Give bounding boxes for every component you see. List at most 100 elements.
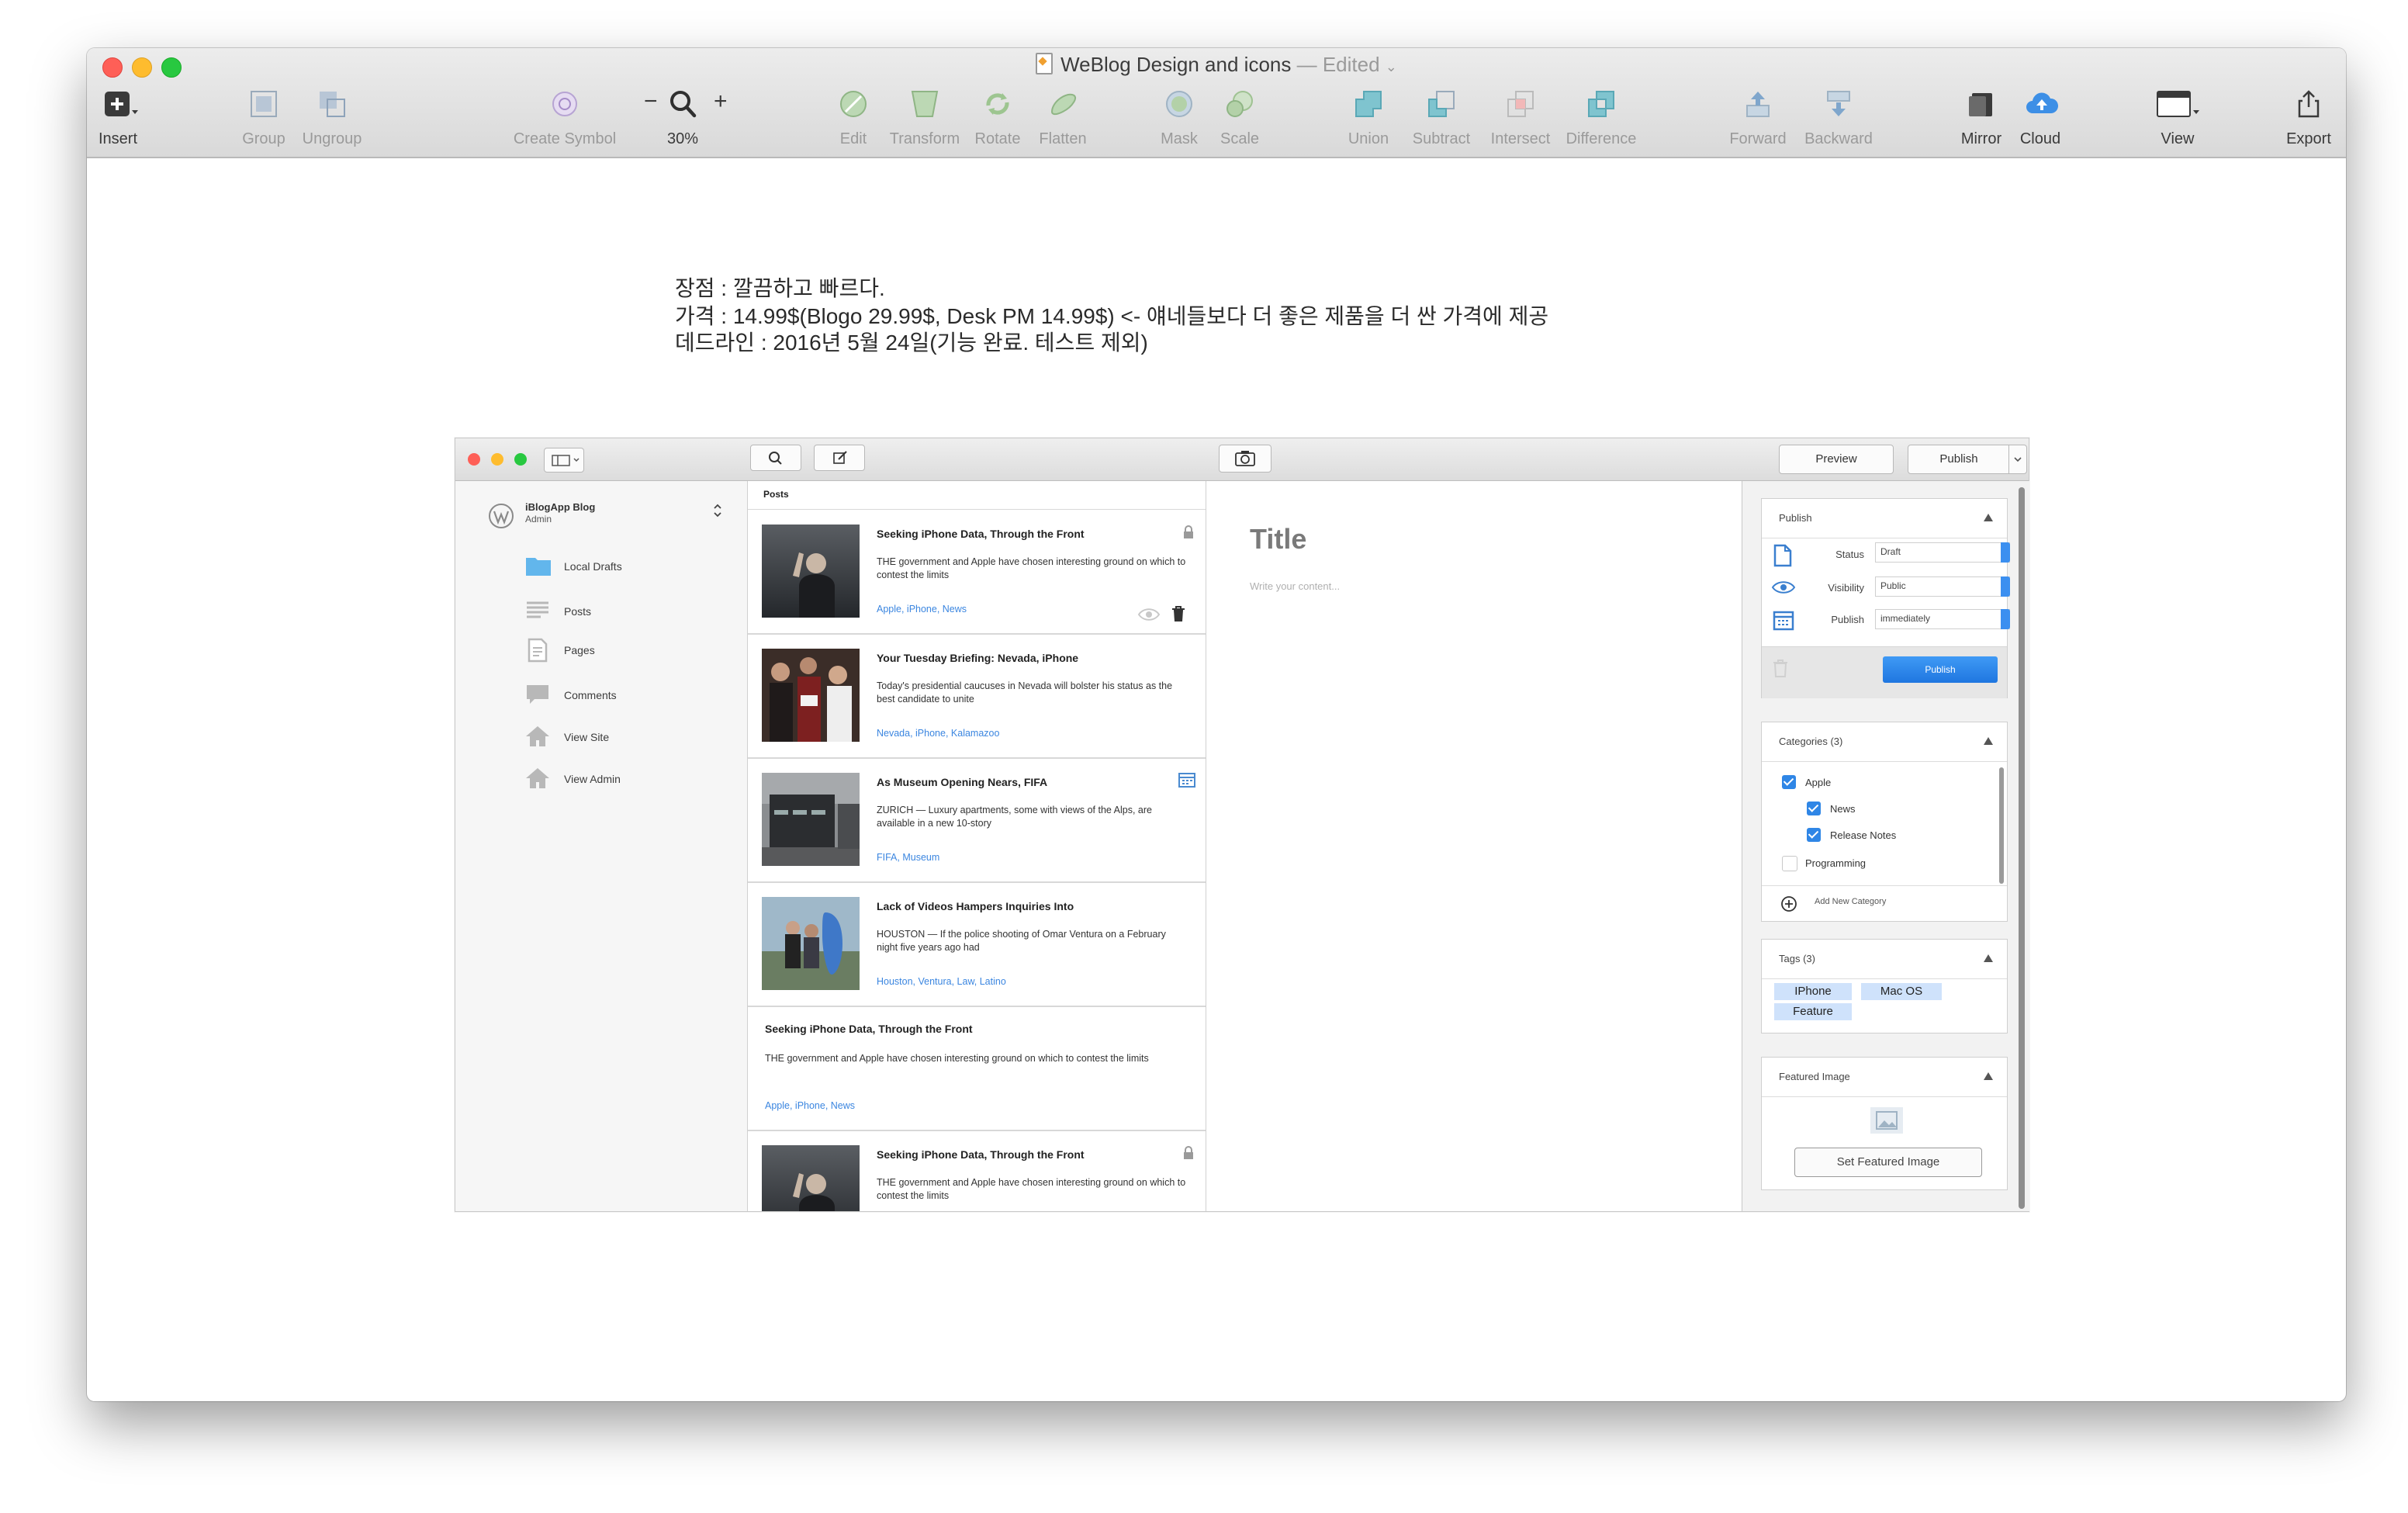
post-item[interactable]: As Museum Opening Nears, FIFA ZURICH — L… xyxy=(748,759,1206,883)
post-item[interactable]: Seeking iPhone Data, Through the Front T… xyxy=(748,1007,1206,1131)
flatten-icon xyxy=(1047,88,1078,119)
union-icon xyxy=(1353,88,1384,119)
search-button[interactable] xyxy=(750,445,801,471)
collapse-triangle-icon[interactable] xyxy=(1984,1072,1993,1080)
featured-image-panel-header[interactable]: Featured Image xyxy=(1762,1058,2007,1097)
mockup-app-window: Preview Publish iBlogApp Blog Admin Loca… xyxy=(455,438,2029,1212)
insert-label: Insert xyxy=(98,130,138,147)
flatten-label: Flatten xyxy=(1039,130,1087,147)
preview-button[interactable]: Preview xyxy=(1779,445,1894,474)
post-title: As Museum Opening Nears, FIFA xyxy=(877,776,1048,788)
publish-options-button[interactable] xyxy=(2008,445,2027,474)
post-tags[interactable]: Apple, iPhone, News xyxy=(765,1100,855,1111)
eye-icon[interactable] xyxy=(1137,607,1161,622)
trash-icon[interactable] xyxy=(1171,605,1185,622)
category-label: Programming xyxy=(1805,857,1867,869)
post-thumbnail xyxy=(762,1145,860,1211)
flatten-button[interactable]: Flatten xyxy=(1032,88,1094,152)
post-tags[interactable]: FIFA, Museum xyxy=(877,852,939,863)
category-checkbox-apple[interactable] xyxy=(1782,775,1796,789)
tag-chip[interactable]: Feature xyxy=(1774,1003,1852,1020)
blog-switcher-icon[interactable] xyxy=(711,501,724,520)
post-item[interactable]: Your Tuesday Briefing: Nevada, iPhone To… xyxy=(748,635,1206,759)
insert-button[interactable]: Insert xyxy=(95,88,141,152)
view-button[interactable]: View xyxy=(2150,88,2205,152)
settings-scrollbar[interactable] xyxy=(2019,487,2025,1209)
sidebar-toggle-button[interactable] xyxy=(544,448,584,473)
sidebar-label-local-drafts: Local Drafts xyxy=(564,560,622,573)
scale-label: Scale xyxy=(1220,130,1260,147)
comment-icon xyxy=(525,683,550,706)
create-symbol-label: Create Symbol xyxy=(513,130,617,147)
difference-icon xyxy=(1586,88,1617,119)
zoom-out-button[interactable]: − xyxy=(644,88,658,115)
tag-chip[interactable]: IPhone xyxy=(1774,983,1852,1000)
publish-panel: Publish Status Draft Visibility Public P… xyxy=(1761,498,2010,698)
intersect-icon xyxy=(1505,88,1536,119)
categories-panel-title: Categories (3) xyxy=(1779,736,1843,747)
post-tags[interactable]: Houston, Ventura, Law, Latino xyxy=(877,976,1006,987)
compose-button[interactable] xyxy=(814,445,865,471)
post-title: Lack of Videos Hampers Inquiries Into xyxy=(877,900,1074,912)
title-chevron-down-icon[interactable]: ⌄ xyxy=(1386,59,1397,74)
tags-panel-header[interactable]: Tags (3) xyxy=(1762,940,2007,979)
difference-button[interactable]: Difference xyxy=(1566,88,1636,152)
publish-button[interactable]: Publish xyxy=(1883,656,1998,683)
publish-panel-header[interactable]: Publish xyxy=(1762,499,2007,538)
category-checkbox-release-notes[interactable] xyxy=(1807,828,1821,842)
set-featured-image-button[interactable]: Set Featured Image xyxy=(1794,1148,1982,1177)
share-export-icon xyxy=(2293,88,2324,119)
magnifier-icon xyxy=(667,88,698,119)
tag-chip[interactable]: Mac OS xyxy=(1861,983,1942,1000)
mockup-minimize-button[interactable] xyxy=(491,453,503,466)
collapse-triangle-icon[interactable] xyxy=(1984,737,1993,745)
group-icon xyxy=(248,88,279,119)
cloud-button[interactable]: Cloud xyxy=(2017,88,2064,152)
post-item[interactable]: Seeking iPhone Data, Through the Front T… xyxy=(748,511,1206,635)
export-button[interactable]: Export xyxy=(2285,88,2332,152)
zoom-in-button[interactable]: + xyxy=(714,88,728,115)
post-tags[interactable]: Nevada, iPhone, Kalamazoo xyxy=(877,728,999,739)
status-select[interactable]: Draft xyxy=(1875,542,2010,563)
trash-icon[interactable] xyxy=(1773,658,1788,678)
zoom-control: 30% xyxy=(667,88,698,152)
categories-panel-header[interactable]: Categories (3) xyxy=(1762,722,2007,762)
mockup-sidebar: iBlogApp Blog Admin Local Drafts Posts P… xyxy=(455,481,748,1211)
post-item[interactable]: Lack of Videos Hampers Inquiries Into HO… xyxy=(748,883,1206,1007)
symbol-icon xyxy=(549,88,580,119)
canvas-note-line-1: 장점 : 깔끔하고 빠르다. xyxy=(675,276,885,300)
post-item[interactable]: Seeking iPhone Data, Through the Front T… xyxy=(748,1131,1206,1211)
settings-scrollbar-thumb[interactable] xyxy=(2019,487,2025,1209)
post-tags[interactable]: Apple, iPhone, News xyxy=(877,604,967,615)
category-label: News xyxy=(1830,803,1856,815)
category-checkbox-programming[interactable] xyxy=(1782,856,1797,871)
mockup-zoom-button[interactable] xyxy=(514,453,527,466)
ungroup-icon xyxy=(317,88,348,119)
scale-button[interactable]: Scale xyxy=(1216,88,1263,152)
create-symbol-button[interactable]: Create Symbol xyxy=(514,88,616,152)
post-title: Seeking iPhone Data, Through the Front xyxy=(765,1023,973,1035)
collapse-triangle-icon[interactable] xyxy=(1984,514,1993,521)
collapse-triangle-icon[interactable] xyxy=(1984,954,1993,962)
publish-time-select[interactable]: immediately xyxy=(1875,609,2010,629)
rotate-icon xyxy=(982,88,1013,119)
post-content-input[interactable]: Write your content... xyxy=(1250,580,1340,592)
add-circle-icon xyxy=(1780,895,1797,912)
post-title-input[interactable]: Title xyxy=(1250,523,1306,556)
visibility-select[interactable]: Public xyxy=(1875,576,2010,597)
add-category-row[interactable]: Add New Category xyxy=(1762,885,2007,922)
categories-panel: Categories (3) Apple News Release Notes … xyxy=(1761,722,2008,922)
publish-toolbar-button[interactable]: Publish xyxy=(1908,445,2010,474)
ungroup-button[interactable]: Ungroup xyxy=(303,88,362,152)
stepper-icon xyxy=(2001,609,2010,629)
lock-icon xyxy=(1182,525,1195,540)
publish-panel-footer: Publish xyxy=(1762,646,2007,698)
post-editor: Title Write your content... xyxy=(1206,481,1740,1211)
chevron-down-icon xyxy=(2014,457,2022,462)
categories-scrollbar[interactable] xyxy=(1999,767,2004,884)
camera-button[interactable] xyxy=(1219,445,1271,473)
category-checkbox-news[interactable] xyxy=(1807,802,1821,815)
backward-button[interactable]: Backward xyxy=(1804,88,1873,152)
window-title: WeBlog Design and icons — Edited ⌄ xyxy=(87,53,2346,77)
mockup-close-button[interactable] xyxy=(468,453,480,466)
